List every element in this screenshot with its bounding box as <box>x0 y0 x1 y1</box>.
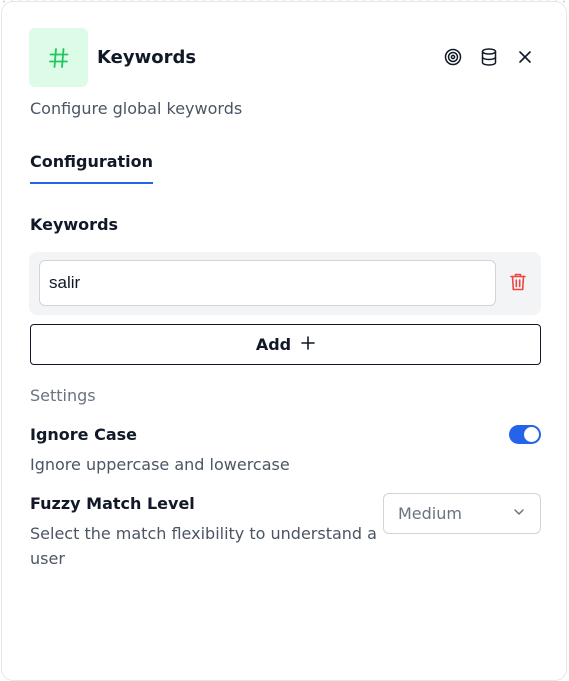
target-icon[interactable] <box>443 46 463 68</box>
add-button-label: Add <box>255 335 292 354</box>
chevron-down-icon <box>512 504 526 523</box>
panel-title: Keywords <box>97 47 197 68</box>
ignore-case-description: Ignore uppercase and lowercase <box>30 455 290 474</box>
trash-icon <box>509 272 527 296</box>
fuzzy-match-select[interactable]: Medium <box>383 493 541 534</box>
add-keyword-button[interactable]: Add <box>30 324 541 365</box>
database-icon[interactable] <box>479 46 499 68</box>
keywords-section-label: Keywords <box>30 215 119 234</box>
plus-icon <box>301 335 315 354</box>
ignore-case-toggle[interactable] <box>509 425 541 444</box>
fuzzy-match-description: Select the match flexibility to understa… <box>30 524 377 568</box>
ignore-case-title: Ignore Case <box>30 425 138 444</box>
header-actions <box>443 46 535 68</box>
delete-keyword-button[interactable] <box>507 273 529 295</box>
panel-description: Configure global keywords <box>30 99 243 118</box>
keyword-input[interactable] <box>39 260 496 306</box>
hash-icon <box>48 47 70 69</box>
settings-heading: Settings <box>30 386 96 405</box>
fuzzy-match-title: Fuzzy Match Level <box>30 494 195 513</box>
tab-configuration[interactable]: Configuration <box>30 151 154 184</box>
header-icon-container <box>29 28 88 87</box>
fuzzy-match-selected: Medium <box>398 504 462 523</box>
keyword-row <box>29 252 541 315</box>
toggle-knob <box>524 427 539 442</box>
close-icon[interactable] <box>515 46 535 68</box>
